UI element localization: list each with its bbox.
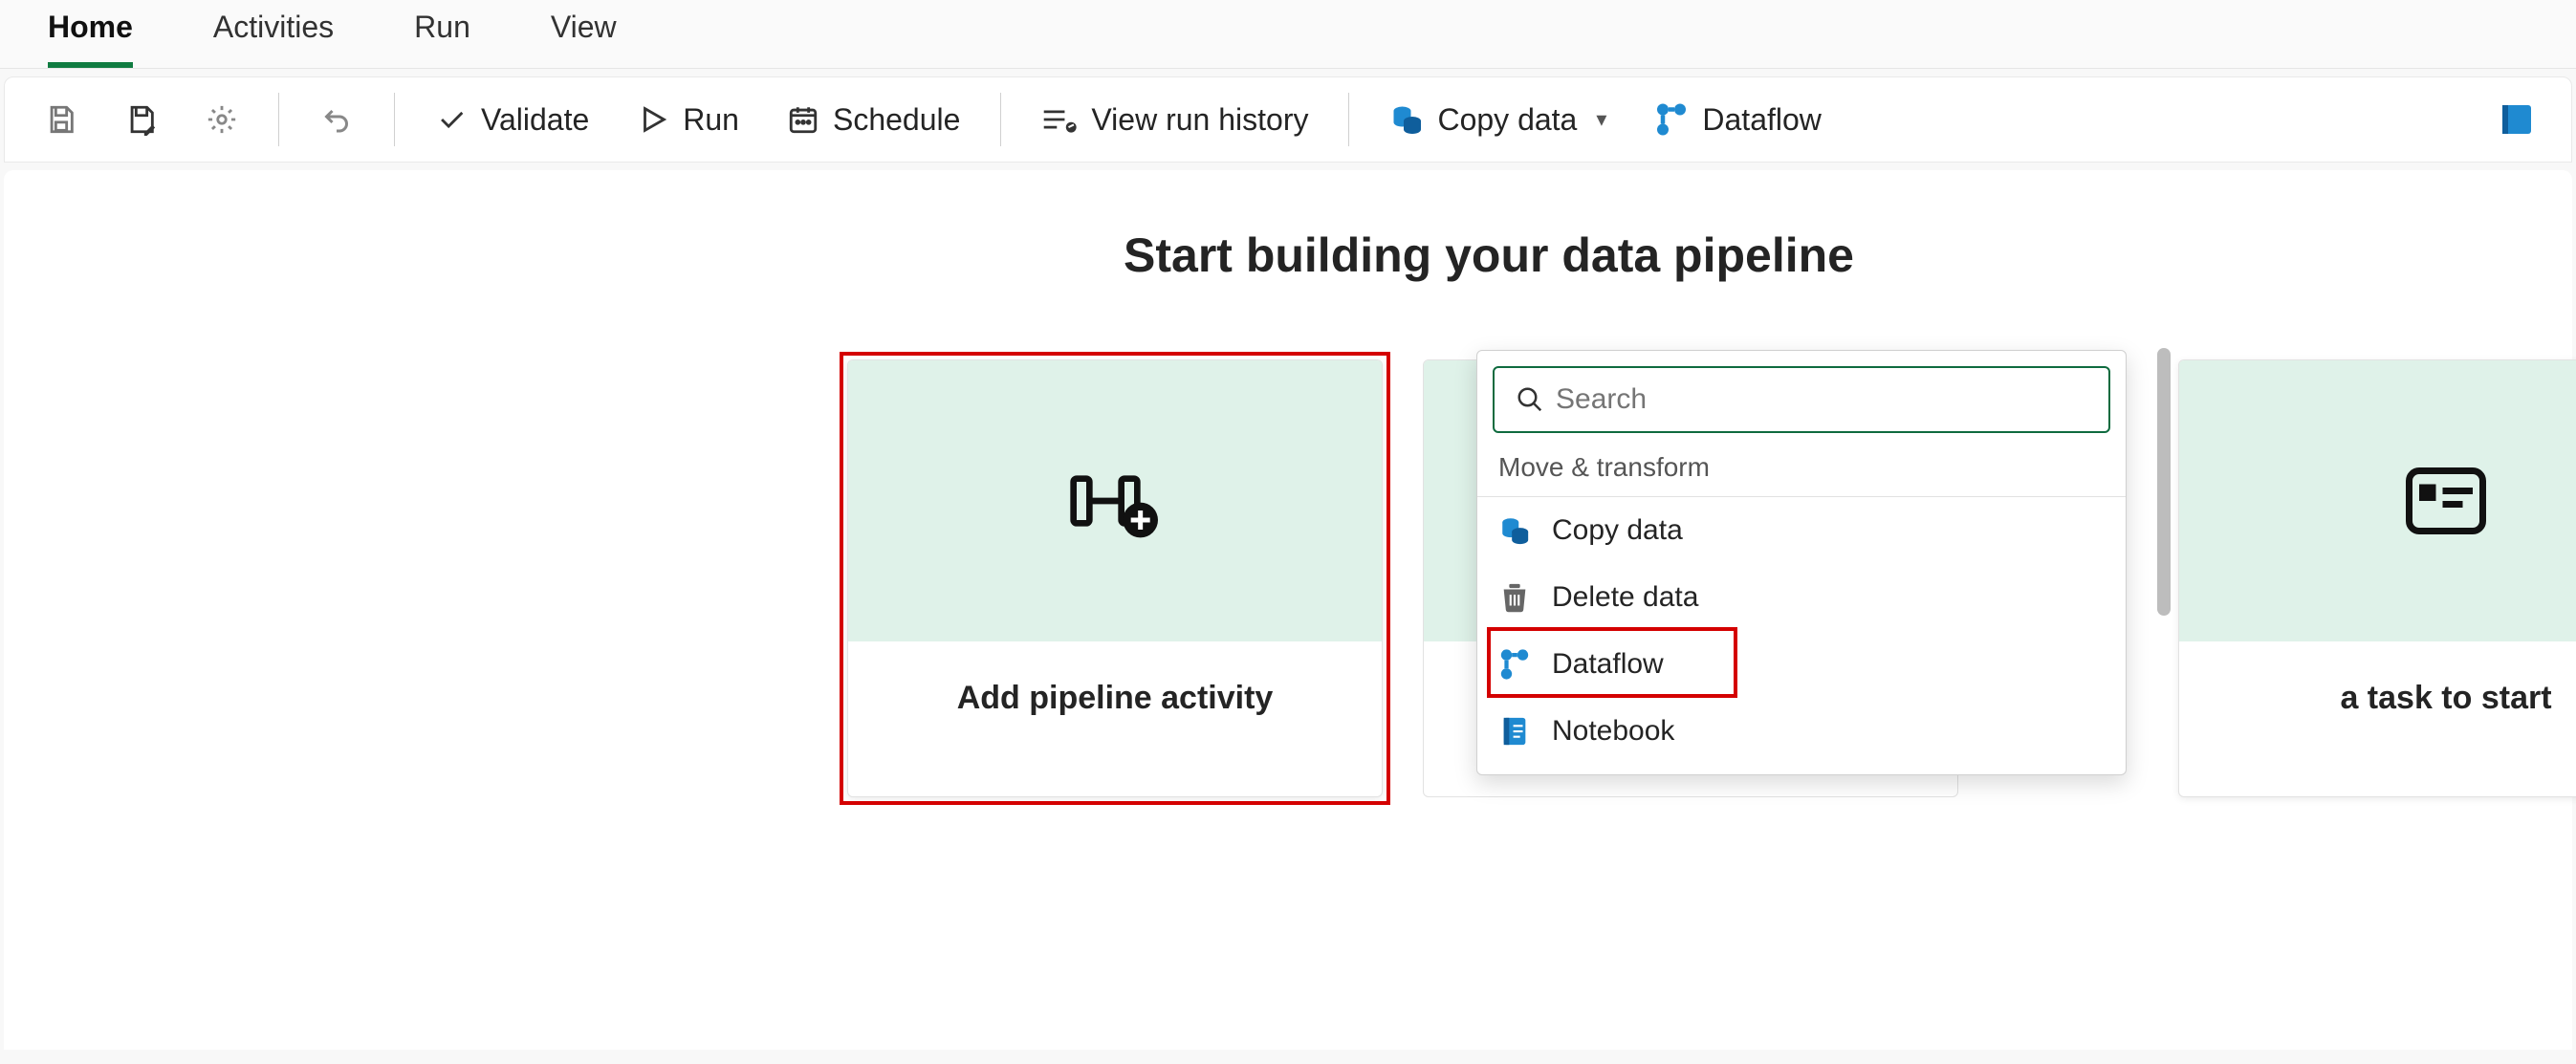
- validate-button[interactable]: Validate: [422, 95, 602, 145]
- divider: [394, 93, 395, 146]
- chevron-down-icon: ▾: [1596, 107, 1606, 132]
- save-as-button[interactable]: [112, 96, 171, 143]
- dropdown-item-dataflow[interactable]: Dataflow: [1477, 631, 2126, 698]
- pipeline-add-icon: [1067, 463, 1163, 539]
- dataflow-icon: [1498, 648, 1531, 681]
- tab-activities[interactable]: Activities: [213, 10, 334, 68]
- search-wrap: [1477, 351, 2126, 448]
- scrollbar-thumb[interactable]: [2157, 348, 2171, 616]
- canvas: Start building your data pipeline Add pi…: [4, 170, 2572, 1050]
- notebook-icon: [1498, 715, 1531, 748]
- template-icon: [2405, 467, 2487, 534]
- tab-view[interactable]: View: [551, 10, 617, 68]
- calendar-icon: [787, 103, 819, 136]
- toolbar: Validate Run Schedule View run history C…: [4, 76, 2572, 163]
- trash-icon: [1498, 581, 1531, 614]
- item-label: Notebook: [1552, 715, 1674, 748]
- play-icon: [637, 103, 669, 136]
- divider: [1000, 93, 1001, 146]
- undo-icon: [319, 102, 354, 137]
- tab-run[interactable]: Run: [414, 10, 470, 68]
- dataflow-label: Dataflow: [1702, 102, 1822, 138]
- check-icon: [435, 103, 468, 136]
- run-label: Run: [683, 102, 739, 138]
- card-template[interactable]: a task to start: [2178, 359, 2576, 797]
- gear-icon: [206, 103, 238, 136]
- copy-data-icon: [1498, 514, 1531, 547]
- card-top: [2179, 360, 2576, 641]
- save-icon: [45, 103, 77, 136]
- copy-data-button[interactable]: Copy data ▾: [1376, 95, 1620, 145]
- card-top: [848, 360, 1382, 641]
- save-button[interactable]: [32, 96, 91, 143]
- history-icon: [1041, 103, 1078, 136]
- view-run-history-button[interactable]: View run history: [1028, 95, 1321, 145]
- settings-button[interactable]: [192, 96, 251, 143]
- card-label: a task to start: [2179, 641, 2576, 755]
- save-edit-icon: [125, 103, 158, 136]
- tab-home[interactable]: Home: [48, 10, 133, 68]
- page-title: Start building your data pipeline: [405, 228, 2572, 283]
- undo-button[interactable]: [306, 95, 367, 144]
- ribbon-tabs: Home Activities Run View: [0, 0, 2576, 69]
- divider: [1348, 93, 1349, 146]
- copy-data-icon: [1389, 102, 1424, 137]
- dropdown-item-delete-data[interactable]: Delete data: [1477, 564, 2126, 631]
- validate-label: Validate: [481, 102, 589, 138]
- dropdown-item-notebook[interactable]: Notebook: [1477, 698, 2126, 765]
- search-input[interactable]: [1493, 366, 2110, 433]
- group-label: Move & transform: [1477, 448, 2126, 497]
- view-run-history-label: View run history: [1091, 102, 1308, 138]
- dropdown-item-copy-data[interactable]: Copy data: [1477, 497, 2126, 564]
- card-add-activity[interactable]: Add pipeline activity: [847, 359, 1383, 797]
- dataflow-icon: [1654, 102, 1689, 137]
- card-label: Add pipeline activity: [848, 641, 1382, 755]
- component-icon: [2502, 102, 2531, 137]
- schedule-label: Schedule: [833, 102, 960, 138]
- schedule-button[interactable]: Schedule: [774, 95, 973, 145]
- item-label: Copy data: [1552, 514, 1683, 547]
- copy-data-label: Copy data: [1437, 102, 1577, 138]
- item-label: Delete data: [1552, 581, 1698, 614]
- search-icon: [1516, 385, 1544, 414]
- divider: [278, 93, 279, 146]
- dataflow-button[interactable]: Dataflow: [1641, 95, 1835, 145]
- more-button[interactable]: [2489, 95, 2544, 144]
- run-button[interactable]: Run: [623, 95, 753, 145]
- activity-dropdown: Move & transform Copy data Delete data D…: [1476, 350, 2127, 775]
- item-label: Dataflow: [1552, 648, 1664, 681]
